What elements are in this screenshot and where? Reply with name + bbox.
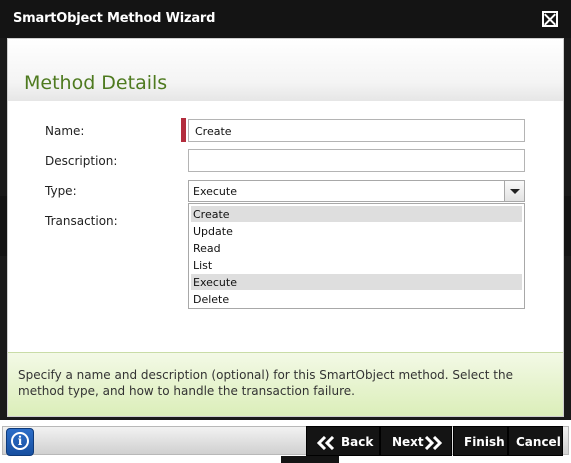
- hint-panel: Specify a name and description (optional…: [8, 352, 563, 416]
- wizard-body: Method Details Name: Create Description:…: [7, 38, 564, 417]
- name-label: Name:: [45, 124, 85, 138]
- type-option-list[interactable]: List: [191, 257, 522, 273]
- type-select[interactable]: Execute: [188, 180, 525, 202]
- double-chevron-left-icon: [317, 436, 335, 450]
- type-option-read[interactable]: Read: [191, 240, 522, 256]
- info-button[interactable]: i: [6, 428, 34, 456]
- back-button-label: Back: [341, 435, 374, 449]
- type-dropdown-list: Create Update Read List Execute Delete: [188, 203, 525, 309]
- window-title: SmartObject Method Wizard: [13, 11, 216, 26]
- chevron-down-icon[interactable]: [504, 181, 524, 201]
- close-icon[interactable]: [542, 11, 558, 27]
- type-option-create[interactable]: Create: [191, 206, 522, 222]
- next-button[interactable]: Next: [380, 426, 452, 456]
- required-marker: [181, 118, 186, 142]
- double-chevron-right-icon: [424, 436, 442, 450]
- bottom-edge-handle: [281, 456, 339, 463]
- finish-button-label: Finish: [464, 435, 505, 449]
- type-option-update[interactable]: Update: [191, 223, 522, 239]
- cancel-button-label: Cancel: [516, 435, 561, 449]
- page-title: Method Details: [24, 72, 168, 94]
- header-band: Method Details: [8, 39, 563, 101]
- right-edge-handle: [564, 196, 571, 256]
- type-label: Type:: [45, 184, 77, 198]
- type-select-value: Execute: [193, 185, 237, 198]
- type-option-delete[interactable]: Delete: [191, 291, 522, 307]
- wizard-dialog: SmartObject Method Wizard Method Details…: [0, 0, 571, 463]
- back-button[interactable]: Back: [306, 426, 380, 456]
- type-option-execute[interactable]: Execute: [191, 274, 522, 290]
- transaction-label: Transaction:: [45, 214, 118, 228]
- hint-text: Specify a name and description (optional…: [18, 368, 513, 398]
- finish-button[interactable]: Finish: [453, 426, 508, 456]
- info-icon: i: [11, 432, 29, 450]
- cancel-button[interactable]: Cancel: [508, 426, 563, 456]
- title-bar: SmartObject Method Wizard: [0, 0, 571, 38]
- description-label: Description:: [45, 154, 118, 168]
- name-input[interactable]: Create: [188, 119, 525, 142]
- description-input[interactable]: [188, 149, 525, 172]
- left-edge-handle: [0, 196, 7, 256]
- next-button-label: Next: [392, 435, 424, 449]
